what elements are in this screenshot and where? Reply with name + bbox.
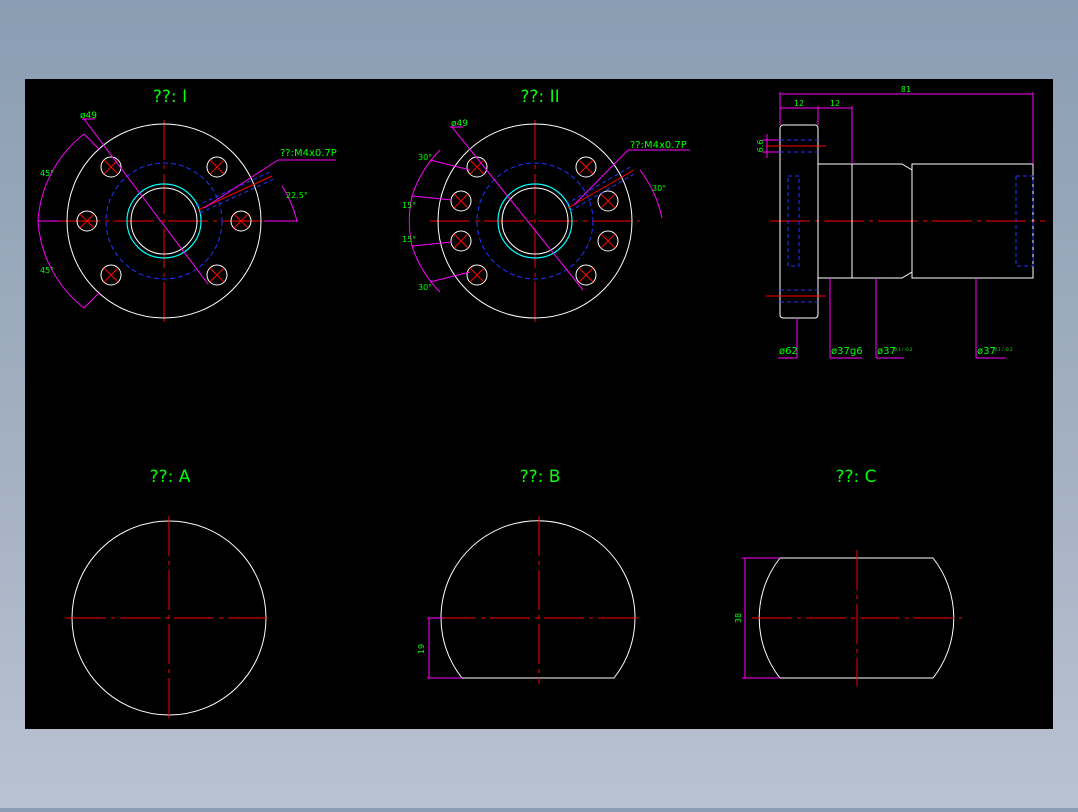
dim-d-body-2-tol: -0.1 / -0.2: [993, 347, 1013, 352]
dim-length: 81: [901, 85, 911, 94]
dim-bolt-circle-ii: ø49: [451, 119, 468, 129]
dim-bolt-circle-i: ø49: [80, 111, 97, 121]
dim-angle-thread-ii: 30°: [652, 184, 666, 193]
dim-angle-4-ii: 30°: [418, 283, 432, 292]
dim-d-body-1-tol: -0.1 / -0.2: [893, 347, 913, 352]
title-view-a: ??: A: [150, 467, 191, 487]
dim-angle-top-i: 45°: [40, 169, 54, 178]
title-view-b: ??: B: [520, 467, 561, 487]
dim-angle-2-ii: 15°: [402, 201, 416, 210]
dim-flange-thk: 12: [794, 99, 804, 108]
dim-angle-1-ii: 30°: [418, 153, 432, 162]
dim-d-pilot: ø37g6: [831, 346, 863, 357]
dim-hole: 6.6: [756, 140, 765, 153]
dim-step: 12: [830, 99, 840, 108]
title-type-i: ??: I: [153, 87, 187, 107]
dim-angle-3-ii: 15°: [402, 235, 416, 244]
dim-flat-b: 19: [417, 644, 426, 654]
dim-width-c: 38: [734, 613, 743, 623]
dim-thread-i: ??:M4x0.7P: [280, 148, 337, 159]
dim-angle-bottom-i: 45°: [40, 266, 54, 275]
cad-viewport: ??: I ø49 ??:M4x0.7P 45° 45° 22.5° ??: I…: [0, 0, 1078, 808]
dim-angle-thread-i: 22.5°: [286, 191, 308, 200]
title-type-ii: ??: II: [520, 87, 559, 107]
dim-d-flange: ø62: [779, 346, 798, 357]
title-view-c: ??: C: [835, 467, 876, 487]
drawing-svg: ??: I ø49 ??:M4x0.7P 45° 45° 22.5° ??: I…: [25, 79, 1053, 729]
dim-thread-ii: ??:M4x0.7P: [630, 140, 687, 151]
